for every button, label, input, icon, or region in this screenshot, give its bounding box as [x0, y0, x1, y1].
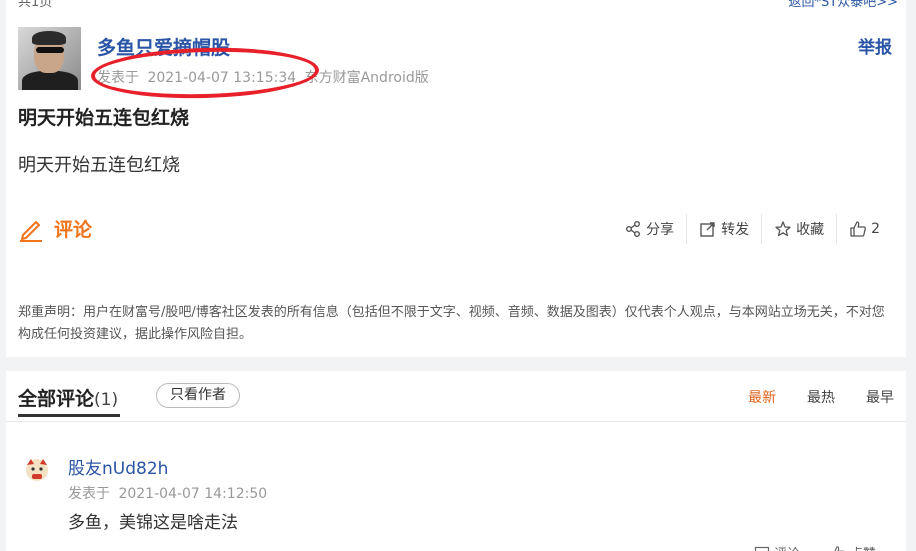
comment-like-label: 点赞	[850, 543, 876, 551]
disclaimer: 郑重声明：用户在财富号/股吧/博客社区发表的所有信息（包括但不限于文字、视频、音…	[18, 305, 885, 342]
sort-hottest[interactable]: 最热	[807, 387, 835, 407]
comments-heading-underline	[18, 414, 120, 417]
comment-reply-button[interactable]: 评论	[754, 543, 800, 551]
comment-button[interactable]: 评论	[18, 215, 92, 242]
sort-earliest[interactable]: 最早	[866, 387, 894, 407]
comments-count: (1)	[94, 390, 119, 410]
comment-button-label: 评论	[54, 219, 93, 241]
comments-title: 全部评论	[18, 388, 95, 410]
share-label: 分享	[646, 222, 675, 238]
comment-sort: 最新 最热 最早	[748, 387, 894, 407]
post-card: 共1页 返回*ST众泰吧>> 多鱼只爱摘帽股 举报 发表于 2021-04-07…	[6, 0, 906, 357]
post-title: 明天开始五连包红烧	[18, 107, 190, 129]
thumbs-up-icon	[850, 221, 867, 237]
share-button[interactable]: 分享	[612, 214, 686, 244]
pencil-icon	[20, 220, 42, 242]
post-body: 明天开始五连包红烧	[18, 155, 180, 176]
comment-time: 2021-04-07 14:12:50	[118, 486, 268, 502]
comment-like-button[interactable]: 点赞	[830, 543, 876, 551]
commenter-avatar[interactable]	[23, 455, 51, 483]
comments-section: 全部评论(1) 只看作者 最新 最热 最早 股友nUd82h 发表于 2021-…	[6, 371, 906, 551]
comment-icon	[754, 546, 770, 551]
like-count: 2	[871, 221, 880, 237]
thumbs-up-icon	[834, 545, 845, 551]
divider	[6, 421, 906, 422]
back-to-bar-link[interactable]: 返回*ST众泰吧>>	[789, 0, 898, 10]
comments-heading: 全部评论(1)	[18, 384, 118, 411]
post-actions: 分享 转发 收藏 2	[612, 212, 892, 246]
star-icon	[775, 221, 791, 237]
sort-latest[interactable]: 最新	[748, 387, 776, 407]
comment-actions: 评论 点赞	[754, 543, 876, 551]
comment-text: 多鱼，美锦这是啥走法	[68, 513, 238, 533]
comment-meta-prefix: 发表于	[68, 486, 110, 502]
like-button[interactable]: 2	[836, 214, 892, 244]
forward-icon	[700, 222, 715, 237]
author-only-toggle[interactable]: 只看作者	[156, 383, 240, 408]
commenter-name[interactable]: 股友nUd82h	[68, 454, 168, 479]
collect-label: 收藏	[796, 222, 825, 238]
comment-reply-label: 评论	[774, 543, 800, 551]
page-count: 共1页	[18, 0, 53, 10]
forward-label: 转发	[721, 222, 750, 238]
post-source: 东方财富Android版	[304, 70, 429, 86]
author-avatar[interactable]	[18, 27, 81, 90]
share-icon	[626, 221, 641, 237]
report-button[interactable]: 举报	[858, 33, 892, 58]
forward-button[interactable]: 转发	[686, 214, 761, 244]
comment-meta: 发表于 2021-04-07 14:12:50	[68, 483, 267, 503]
collect-button[interactable]: 收藏	[761, 214, 836, 244]
